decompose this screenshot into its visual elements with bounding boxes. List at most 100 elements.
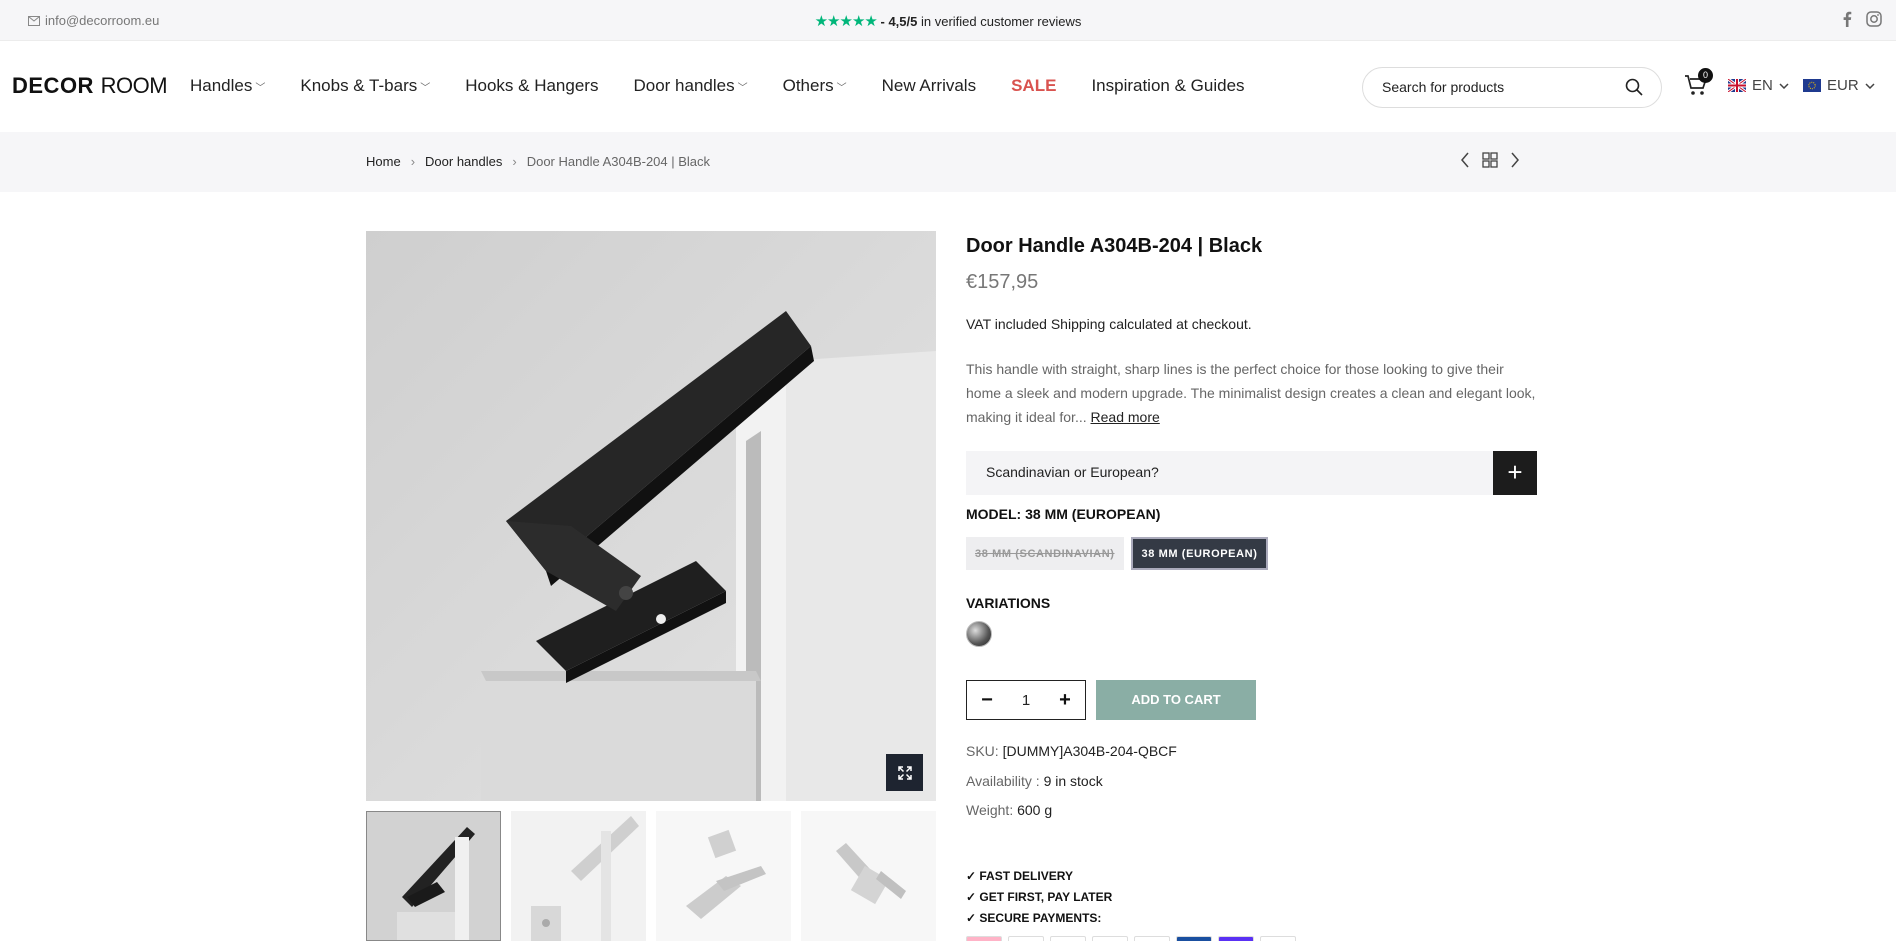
search-icon[interactable]: [1625, 78, 1643, 96]
sku-label: SKU:: [966, 743, 999, 759]
reviews-banner[interactable]: ★★★★★ - 4,5/5 in verified customer revie…: [0, 12, 1896, 30]
zoom-button[interactable]: [886, 754, 923, 791]
thumbnail[interactable]: [656, 811, 791, 941]
thumbnail[interactable]: [511, 811, 646, 941]
uk-flag-icon: [1728, 79, 1746, 92]
door-handle-photo: [366, 231, 936, 801]
thumbnail-image: [656, 811, 791, 941]
add-to-cart-button[interactable]: ADD TO CART: [1096, 680, 1256, 720]
nav-label: New Arrivals: [881, 76, 977, 95]
chevron-down-icon: [1865, 82, 1875, 89]
chevron-down-icon: [1779, 82, 1789, 89]
grid-icon[interactable]: [1482, 152, 1498, 168]
thumbnail-image: [511, 811, 646, 941]
plus-icon[interactable]: +: [1055, 689, 1075, 712]
nav-label: Hooks & Hangers: [465, 76, 599, 95]
quantity-value[interactable]: 1: [1022, 692, 1030, 709]
breadcrumb-bar: Home › Door handles › Door Handle A304B-…: [0, 132, 1896, 192]
nav-label: Others: [782, 76, 834, 95]
chevron-right-icon: ›: [512, 154, 517, 169]
info-accordion[interactable]: Scandinavian or European? +: [966, 451, 1537, 495]
chevron-down-icon: ﹀: [737, 82, 748, 94]
accordion-label: Scandinavian or European?: [986, 464, 1159, 480]
chevron-right-icon: ›: [410, 154, 416, 169]
eu-flag-icon: [1803, 79, 1821, 92]
instagram-icon[interactable]: [1866, 11, 1882, 27]
nav-item-inspiration[interactable]: Inspiration & Guides: [1091, 76, 1244, 96]
availability-value: 9 in stock: [1043, 773, 1103, 789]
language-label: EN: [1752, 77, 1773, 94]
shipping-link[interactable]: Shipping: [1051, 316, 1106, 332]
facebook-icon[interactable]: [1842, 11, 1852, 27]
rating-value: 4,5/5: [888, 14, 918, 29]
tax-note: VAT included Shipping calculated at chec…: [966, 316, 1252, 332]
nav-item-new-arrivals[interactable]: New Arrivals: [882, 76, 976, 96]
announcement-bar: info@decorroom.eu ★★★★★ - 4,5/5 in verif…: [0, 0, 1896, 41]
breadcrumb-category[interactable]: Door handles: [425, 154, 502, 169]
thumbnail-strip: [366, 811, 936, 941]
plus-icon[interactable]: +: [1493, 451, 1537, 495]
expand-icon: [897, 765, 912, 780]
payment-icon: [1134, 936, 1170, 941]
chevron-down-icon: ﹀: [255, 82, 266, 94]
nav-item-others[interactable]: Others ﹀: [783, 76, 847, 96]
chevron-down-icon: ﹀: [420, 82, 431, 94]
nav-item-sale[interactable]: SALE: [1011, 76, 1056, 96]
model-option-scandinavian[interactable]: 38 MM (SCANDINAVIAN): [966, 537, 1124, 570]
previous-product-icon[interactable]: [1460, 152, 1470, 168]
perk-item: ✓ GET FIRST, PAY LATER: [966, 890, 1113, 904]
model-option-european[interactable]: 38 MM (EUROPEAN): [1130, 537, 1269, 570]
vat-text: VAT included: [966, 316, 1047, 332]
currency-label: EUR: [1827, 77, 1859, 94]
social-links: [1842, 11, 1882, 27]
read-more-link[interactable]: Read more: [1091, 409, 1160, 425]
currency-selector[interactable]: EUR: [1803, 77, 1875, 94]
cart-count-badge: 0: [1698, 68, 1713, 83]
cart-button[interactable]: 0: [1684, 68, 1713, 101]
product-price: €157,95: [966, 271, 1039, 293]
payment-icon: [1176, 936, 1212, 941]
product-description: This handle with straight, sharp lines i…: [966, 357, 1538, 429]
model-options: 38 MM (SCANDINAVIAN) 38 MM (EUROPEAN): [966, 537, 1269, 570]
site-header: DECOR ROOM Handles ﹀ Knobs & T-bars ﹀ Hook…: [0, 41, 1896, 132]
description-text: This handle with straight, sharp lines i…: [966, 361, 1536, 425]
sku-row: SKU: [DUMMY]A304B-204-QBCF: [966, 743, 1177, 759]
nav-item-knobs[interactable]: Knobs & T-bars ﹀: [300, 76, 430, 96]
availability-row: Availability : 9 in stock: [966, 773, 1103, 789]
payment-icon: [1260, 936, 1296, 941]
breadcrumb-home[interactable]: Home: [366, 154, 401, 169]
nav-label: Inspiration & Guides: [1091, 76, 1245, 95]
logo-bold-text: DECOR: [12, 73, 94, 98]
variations-label: VARIATIONS: [966, 595, 1051, 611]
site-logo[interactable]: DECOR ROOM: [12, 73, 168, 99]
minus-icon[interactable]: −: [977, 689, 997, 712]
thumbnail-image: [801, 811, 936, 941]
sku-value: [DUMMY]A304B-204-QBCF: [1002, 743, 1177, 759]
weight-label: Weight:: [966, 802, 1014, 818]
main-nav: Handles ﹀ Knobs & T-bars ﹀ Hooks & Hangers…: [190, 76, 1245, 96]
thumbnail[interactable]: [366, 811, 501, 941]
product-main-image[interactable]: [366, 231, 936, 801]
product-pagination: [1460, 152, 1520, 168]
variation-swatch[interactable]: [966, 621, 992, 647]
payment-icons: [966, 936, 1296, 941]
nav-label: Handles: [190, 76, 253, 95]
breadcrumb-current: Door Handle A304B-204 | Black: [526, 154, 711, 169]
language-selector[interactable]: EN: [1728, 77, 1789, 94]
weight-value: 600 g: [1017, 802, 1053, 818]
thumbnail[interactable]: [801, 811, 936, 941]
next-product-icon[interactable]: [1510, 152, 1520, 168]
nav-item-hooks[interactable]: Hooks & Hangers: [465, 76, 598, 96]
nav-item-handles[interactable]: Handles ﹀: [190, 76, 265, 96]
product-title: Door Handle A304B-204 | Black: [966, 235, 1263, 257]
nav-label: Door handles: [633, 76, 735, 95]
model-label: MODEL: 38 MM (EUROPEAN): [966, 506, 1161, 522]
nav-label: SALE: [1011, 76, 1057, 95]
weight-row: Weight: 600 g: [966, 802, 1052, 818]
payment-icon: [1050, 936, 1086, 941]
nav-item-door-handles[interactable]: Door handles ﹀: [633, 76, 747, 96]
thumbnail-image: [367, 812, 500, 940]
breadcrumb: Home › Door handles › Door Handle A304B-…: [366, 154, 710, 169]
perk-item: ✓ SECURE PAYMENTS:: [966, 911, 1102, 925]
search-input[interactable]: [1382, 79, 1612, 95]
